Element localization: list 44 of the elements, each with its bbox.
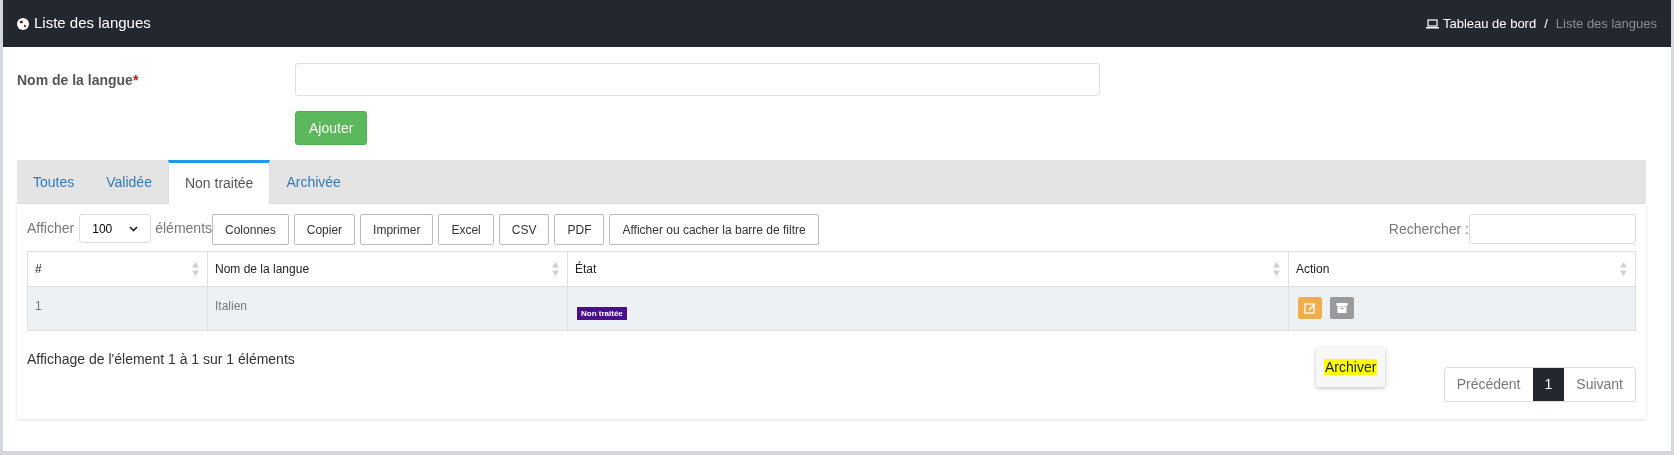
edit-icon: [1304, 302, 1316, 314]
search-label: Rechercher :: [1388, 219, 1469, 239]
table-cell: Italien: [208, 287, 568, 330]
sort-icon: [191, 261, 200, 277]
language-name-field[interactable]: [295, 63, 1100, 96]
column-header[interactable]: Nom de la langue: [208, 252, 568, 286]
pagination-button[interactable]: 1: [1532, 368, 1565, 401]
export-button[interactable]: CSV: [498, 214, 550, 245]
breadcrumb-separator: /: [1544, 14, 1548, 33]
sort-icon: [1272, 261, 1281, 277]
column-header[interactable]: État: [568, 252, 1289, 286]
chevron-down-icon: [129, 225, 139, 232]
pagination-button[interactable]: Précédent: [1444, 368, 1533, 401]
export-button[interactable]: Afficher ou cacher la barre de filtre: [609, 214, 819, 245]
column-header[interactable]: Action: [1289, 252, 1635, 286]
tab[interactable]: Validée: [90, 160, 168, 204]
page-title: Liste des langues: [34, 13, 151, 34]
globe-icon: [17, 17, 29, 30]
export-button[interactable]: PDF: [554, 214, 605, 245]
tab[interactable]: Non traitée: [167, 160, 271, 204]
breadcrumb-link[interactable]: Tableau de bord: [1442, 13, 1537, 34]
page-size-select[interactable]: 100: [79, 214, 152, 243]
tab[interactable]: Toutes: [17, 160, 91, 204]
table-cell: 1: [28, 287, 208, 330]
sort-icon: [551, 261, 560, 277]
export-button[interactable]: Colonnes: [212, 214, 289, 245]
search-field[interactable]: [1469, 214, 1636, 244]
export-button[interactable]: Copier: [293, 214, 356, 245]
field-label: Nom de la langue*: [17, 71, 140, 90]
entries-label: éléments: [155, 219, 213, 238]
archive-button[interactable]: [1330, 297, 1354, 319]
edit-button[interactable]: [1298, 297, 1322, 319]
export-button[interactable]: Imprimer: [360, 214, 434, 245]
tab[interactable]: Archivée: [270, 160, 357, 204]
status-badge: Non traitée: [577, 307, 627, 320]
show-label: Afficher: [27, 219, 75, 238]
sort-icon: [1619, 261, 1628, 277]
archive-box-icon: [1336, 302, 1348, 314]
table-info: Affichage de l'élement 1 à 1 sur 1 éléments: [27, 350, 295, 369]
laptop-icon: [1425, 18, 1439, 29]
export-button[interactable]: Excel: [438, 214, 494, 245]
tooltip: Archiver: [1316, 348, 1386, 387]
column-header[interactable]: #: [28, 252, 208, 286]
pagination-button[interactable]: Suivant: [1564, 368, 1635, 401]
